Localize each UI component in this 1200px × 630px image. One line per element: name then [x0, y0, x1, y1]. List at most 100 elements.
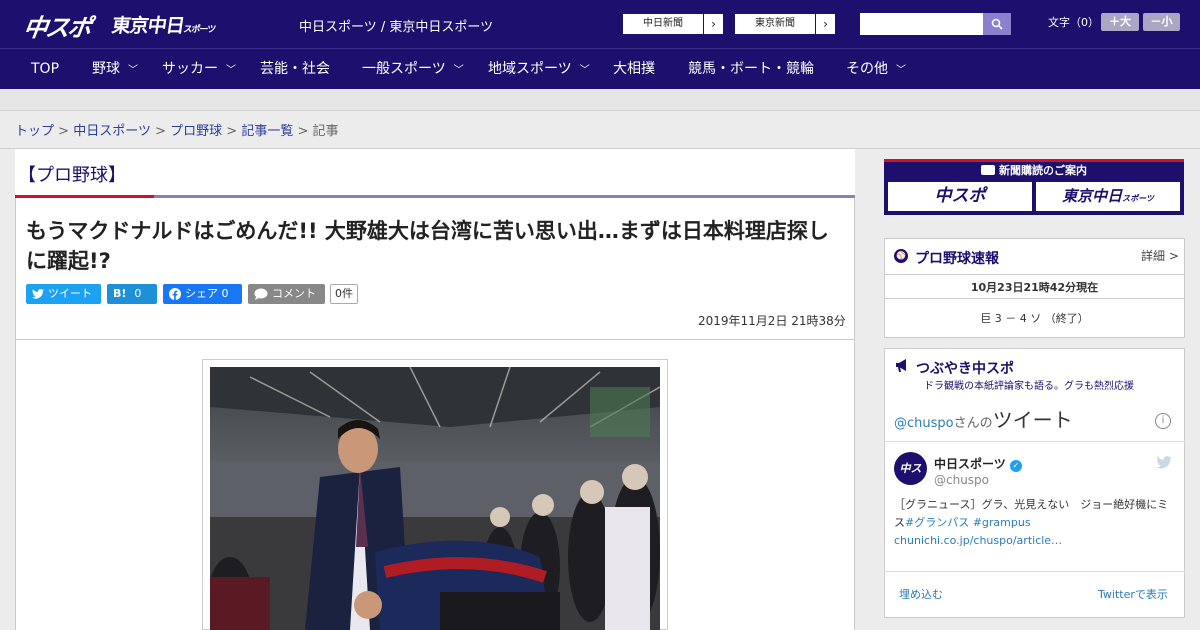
- nav-item-label: 地域スポーツ: [488, 61, 572, 77]
- category-heading[interactable]: 【プロ野球】: [18, 161, 126, 187]
- tokyo-chunichi-logo-text: 東京中日: [110, 15, 186, 37]
- nav-item-local-sports[interactable]: 地域スポーツ ﹀: [488, 49, 590, 90]
- article-photo[interactable]: [210, 367, 660, 630]
- comment-label: コメント: [272, 287, 316, 300]
- subscribe-tokyo-chunichi-small: スポーツ: [1122, 194, 1154, 203]
- view-on-twitter-link[interactable]: Twitterで表示: [1098, 586, 1168, 602]
- tweet-hashtags[interactable]: #グランパス #grampus: [905, 516, 1031, 529]
- subscription-title-text: 新聞購読のご案内: [999, 164, 1087, 177]
- tweet-user-name[interactable]: 中日スポーツ ✓: [934, 455, 1022, 472]
- breadcrumb-pro-baseball[interactable]: プロ野球: [170, 124, 222, 139]
- nav-item-label: その他: [846, 61, 888, 77]
- comment-button[interactable]: コメント: [248, 284, 325, 304]
- divider: [884, 298, 1185, 299]
- breadcrumb-separator: >: [155, 124, 166, 139]
- twitter-bird-icon: [32, 289, 44, 299]
- main-nav: TOP 野球 ﹀ サッカー ﹀ 芸能・社会 一般スポーツ ﹀ 地域スポーツ ﹀ 大相撲 …: [0, 48, 1200, 89]
- twitter-logo-shape: [1156, 456, 1172, 469]
- chunichi-shimbun-link[interactable]: 中日新聞 ›: [622, 13, 724, 35]
- tweet-user-handle[interactable]: @chuspo: [934, 473, 989, 487]
- search-icon: [991, 18, 1003, 30]
- nav-item-general-sports[interactable]: 一般スポーツ ﹀: [362, 49, 464, 90]
- baseball-score[interactable]: 巨 3 － 4 ソ （終了）: [884, 310, 1185, 326]
- tweet-user-name-text: 中日スポーツ: [934, 457, 1006, 471]
- font-size-label: 文字（0）: [1048, 16, 1099, 29]
- tokyo-chunichi-logo[interactable]: 東京中日スポーツ: [110, 11, 218, 38]
- baseball-icon: ⚾: [894, 249, 908, 263]
- divider: [884, 571, 1185, 572]
- twitter-logo-icon: [1156, 454, 1172, 473]
- nav-item-label: 野球: [92, 61, 120, 77]
- baseball-detail-link[interactable]: 詳細 >: [1141, 247, 1179, 264]
- facebook-label: シェア 0: [185, 287, 229, 300]
- chevron-right-icon: ›: [815, 14, 835, 34]
- subscription-title: 新聞購読のご案内: [884, 162, 1184, 178]
- breadcrumb-separator: >: [297, 124, 309, 139]
- hatena-count: 0: [134, 287, 142, 300]
- baseball-updated: 10月23日21時42分現在: [970, 281, 1099, 294]
- info-icon[interactable]: i: [1155, 413, 1171, 429]
- chevron-right-icon: ›: [703, 14, 723, 34]
- article-title: もうマクドナルドはごめんだ!! 大野雄大は台湾に苦い思い出…まずは日本料理店探し…: [26, 219, 829, 273]
- tweet-label: ツイート: [48, 287, 92, 300]
- chunichi-shimbun-label: 中日新聞: [643, 18, 683, 29]
- nav-item-label: 一般スポーツ: [362, 61, 446, 77]
- search-input[interactable]: [860, 13, 984, 35]
- nav-item-entertainment[interactable]: 芸能・社会: [260, 49, 330, 90]
- nav-item-top[interactable]: TOP: [31, 49, 59, 90]
- hatena-bookmark-button[interactable]: B! 0: [107, 284, 157, 304]
- tweet-text: ［グラニュース］グラ、光見えない ジョー絶好機にミス#グランパス #grampu…: [894, 496, 1174, 550]
- chevron-down-icon: ﹀: [226, 65, 236, 76]
- tokyo-chunichi-logo-small: スポーツ: [182, 25, 216, 35]
- tweets-panel-title: つぶやき中スポ: [916, 361, 1014, 377]
- tweet-link[interactable]: chunichi.co.jp/chuspo/article…: [894, 534, 1062, 547]
- embed-link[interactable]: 埋め込む: [899, 586, 943, 602]
- nav-item-other[interactable]: その他 ﹀: [846, 49, 906, 90]
- facebook-icon: [169, 288, 181, 300]
- search-button[interactable]: [983, 13, 1011, 35]
- nav-item-label: 芸能・社会: [260, 61, 330, 77]
- breadcrumb: トップ > 中日スポーツ > プロ野球 > 記事一覧 > 記事: [15, 120, 339, 139]
- chevron-down-icon: ﹀: [579, 65, 590, 76]
- avatar[interactable]: 中ス: [894, 452, 927, 485]
- nav-item-label: 大相撲: [613, 61, 655, 77]
- chuspo-logo[interactable]: 中スポ: [22, 8, 93, 43]
- subscribe-chuspo-button[interactable]: 中スポ: [888, 182, 1032, 211]
- tweets-panel-subtitle: ドラ観戦の本紙評論家も語る。グラも熱烈応援: [924, 381, 1134, 392]
- comment-count: 0件: [330, 284, 358, 304]
- breadcrumb-chuspo[interactable]: 中日スポーツ: [73, 124, 151, 139]
- tweets-handle-big: ツイート: [992, 408, 1073, 432]
- tokyo-shimbun-label: 東京新聞: [755, 18, 795, 29]
- chevron-down-icon: ﹀: [453, 65, 464, 76]
- divider: [884, 274, 1185, 275]
- nav-item-label: TOP: [31, 61, 60, 77]
- tweets-handle-line: @chuspoさんのツイート: [894, 404, 1073, 433]
- nav-item-label: サッカー: [162, 61, 218, 77]
- nav-item-sumo[interactable]: 大相撲: [613, 49, 655, 90]
- subscribe-tokyo-chunichi-label: 東京中日: [1062, 187, 1123, 205]
- speech-bubble-icon: [254, 288, 268, 300]
- tweets-handle-middle: さんの: [953, 416, 993, 431]
- font-bigger-button[interactable]: ＋大: [1101, 13, 1139, 31]
- facebook-share-button[interactable]: シェア 0: [163, 284, 242, 304]
- tweets-handle-link[interactable]: @chuspo: [894, 416, 954, 431]
- chevron-down-icon: ﹀: [128, 65, 138, 76]
- breadcrumb-top[interactable]: トップ: [15, 124, 54, 139]
- divider: [884, 441, 1185, 442]
- nav-item-soccer[interactable]: サッカー ﹀: [162, 49, 236, 90]
- font-smaller-button[interactable]: －小: [1143, 13, 1180, 31]
- site-header: 中スポ 東京中日スポーツ 中日スポーツ / 東京中日スポーツ 中日新聞 › 東京…: [0, 0, 1200, 48]
- tokyo-shimbun-link[interactable]: 東京新聞 ›: [734, 13, 836, 35]
- article-date: 2019年11月2日 21時38分: [698, 314, 846, 328]
- tweet-button[interactable]: ツイート: [26, 284, 101, 304]
- nav-item-baseball[interactable]: 野球 ﹀: [92, 49, 138, 90]
- nav-item-label: 競馬・ボート・競輪: [688, 61, 814, 77]
- subscribe-tokyo-chunichi-button[interactable]: 東京中日スポーツ: [1036, 182, 1180, 211]
- airport-photo: [210, 367, 660, 630]
- breadcrumb-separator: >: [58, 124, 70, 139]
- breadcrumb-article-list[interactable]: 記事一覧: [241, 124, 293, 139]
- site-names: 中日スポーツ / 東京中日スポーツ: [299, 20, 494, 35]
- megaphone-icon: [894, 357, 910, 373]
- chevron-down-icon: ﹀: [896, 65, 906, 76]
- nav-item-racing[interactable]: 競馬・ボート・競輪: [688, 49, 814, 90]
